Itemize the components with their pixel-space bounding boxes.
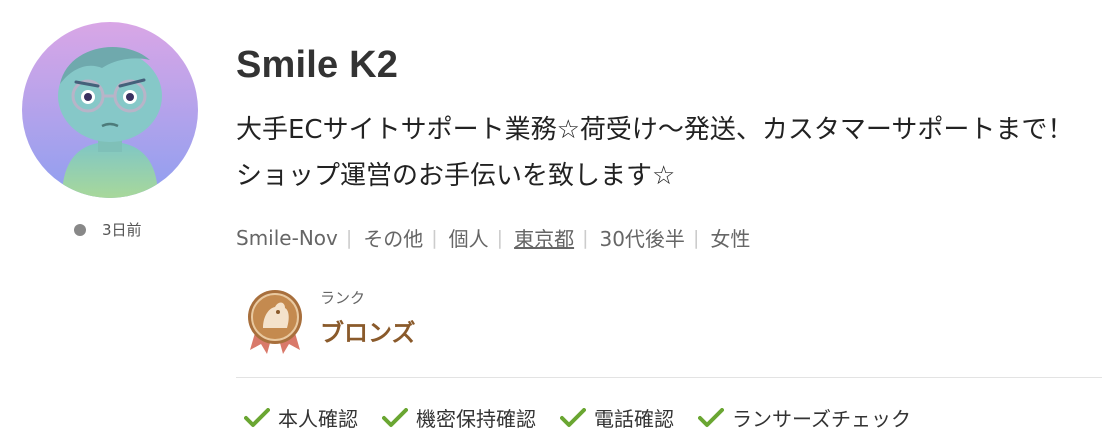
meta-separator: | [431,226,438,249]
verification-item-lancers-check: ランサーズチェック [698,403,911,432]
avatar [22,22,198,198]
verification-item-identity: 本人確認 [244,403,358,432]
meta-location-link[interactable]: 東京都 [514,223,574,252]
verification-label: ランサーズチェック [732,407,911,431]
last-seen-status: 3日前 [74,219,142,240]
meta-category: その他 [363,227,424,251]
verification-item-phone: 電話確認 [560,403,674,432]
verification-label: 電話確認 [594,407,674,431]
meta-age: 30代後半 [599,227,685,251]
profile-meta: Smile-Nov | その他 | 個人 | 東京都 | 30代後半 | 女性 [236,223,750,252]
verification-item-nda: 機密保持確認 [382,403,536,432]
profile-name: Smile K2 [236,44,399,86]
verification-label: 機密保持確認 [416,407,536,431]
bronze-medal-icon [245,288,305,360]
rank-label: ランク [320,289,366,307]
divider [236,377,1102,378]
check-icon [560,407,586,427]
last-seen-text: 3日前 [102,221,142,239]
check-icon [244,407,270,427]
check-icon [382,407,408,427]
meta-separator: | [582,226,589,249]
meta-type: 個人 [448,227,489,251]
meta-gender: 女性 [710,227,751,251]
meta-username: Smile-Nov [236,225,338,250]
meta-separator: | [692,226,700,249]
profile-tagline: 大手ECサイトサポート業務☆荷受け〜発送、カスタマーサポートまで！ショップ運営の… [236,115,1074,191]
check-icon [698,407,724,427]
meta-separator: | [496,226,504,249]
verification-list: 本人確認 機密保持確認 電話確認 ランサーズチェック [244,403,935,432]
verification-label: 本人確認 [278,407,358,431]
meta-separator: | [345,226,353,249]
rank-value: ブロンズ [320,319,416,347]
status-dot-icon [74,223,86,236]
